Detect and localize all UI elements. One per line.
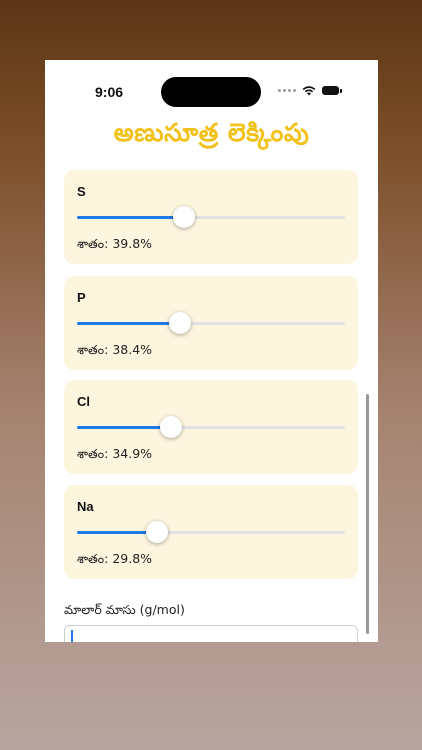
dynamic-island [161, 77, 261, 107]
slider-thumb[interactable] [159, 416, 182, 438]
page-title: అణుసూత్ర లెక్కింపు [113, 118, 310, 147]
percent-value: 29.8% [112, 551, 153, 566]
element-symbol: Na [77, 499, 94, 514]
percent-value: 39.8% [112, 236, 153, 251]
percent-label: శాతం: [77, 342, 109, 357]
element-symbol: S [77, 184, 86, 199]
phone-screen: 9:06 అణుసూత్ర లెక్కింపు S శాతం:39.8% P [45, 60, 378, 642]
percent-value: 38.4% [112, 342, 153, 357]
status-bar: 9:06 [45, 60, 378, 120]
percent-slider[interactable] [77, 416, 345, 438]
molar-mass-input[interactable] [64, 625, 358, 642]
slider-fill [77, 322, 180, 325]
element-card-na: Na శాతం: 29.8% [64, 485, 358, 579]
slider-thumb[interactable] [168, 312, 191, 334]
percent-slider[interactable] [77, 521, 345, 543]
slider-fill [77, 216, 184, 219]
percent-readout: శాతం: 38.4% [77, 342, 152, 361]
slider-fill [77, 531, 157, 534]
slider-thumb[interactable] [145, 521, 168, 543]
percent-slider[interactable] [77, 206, 345, 228]
status-icons [278, 85, 342, 96]
status-time: 9:06 [95, 84, 124, 100]
slider-thumb[interactable] [172, 206, 195, 228]
element-card-p: P శాతం: 38.4% [64, 276, 358, 370]
percent-readout: శాతం: 34.9% [77, 446, 152, 465]
cellular-signal-icon [278, 89, 296, 92]
percent-readout: శాతం: 39.8% [77, 236, 152, 255]
percent-value: 34.9% [112, 446, 153, 461]
percent-slider[interactable] [77, 312, 345, 334]
percent-label: శాతం: [77, 551, 109, 566]
molar-mass-label: మాలార్ మాసు (g/mol) [64, 602, 185, 617]
percent-label: శాతం: [77, 446, 109, 461]
element-card-cl: Cl శాతం: 34.9% [64, 380, 358, 474]
element-symbol: P [77, 290, 86, 305]
percent-readout: శాతం: 29.8% [77, 551, 152, 570]
percent-label: శాతం: [77, 236, 109, 251]
text-caret [71, 630, 73, 642]
scrollbar[interactable] [366, 394, 369, 634]
element-symbol: Cl [77, 394, 90, 409]
wifi-icon [302, 86, 316, 96]
element-card-s: S శాతం: 39.8% [64, 170, 358, 264]
battery-icon [322, 86, 342, 96]
slider-fill [77, 426, 171, 429]
